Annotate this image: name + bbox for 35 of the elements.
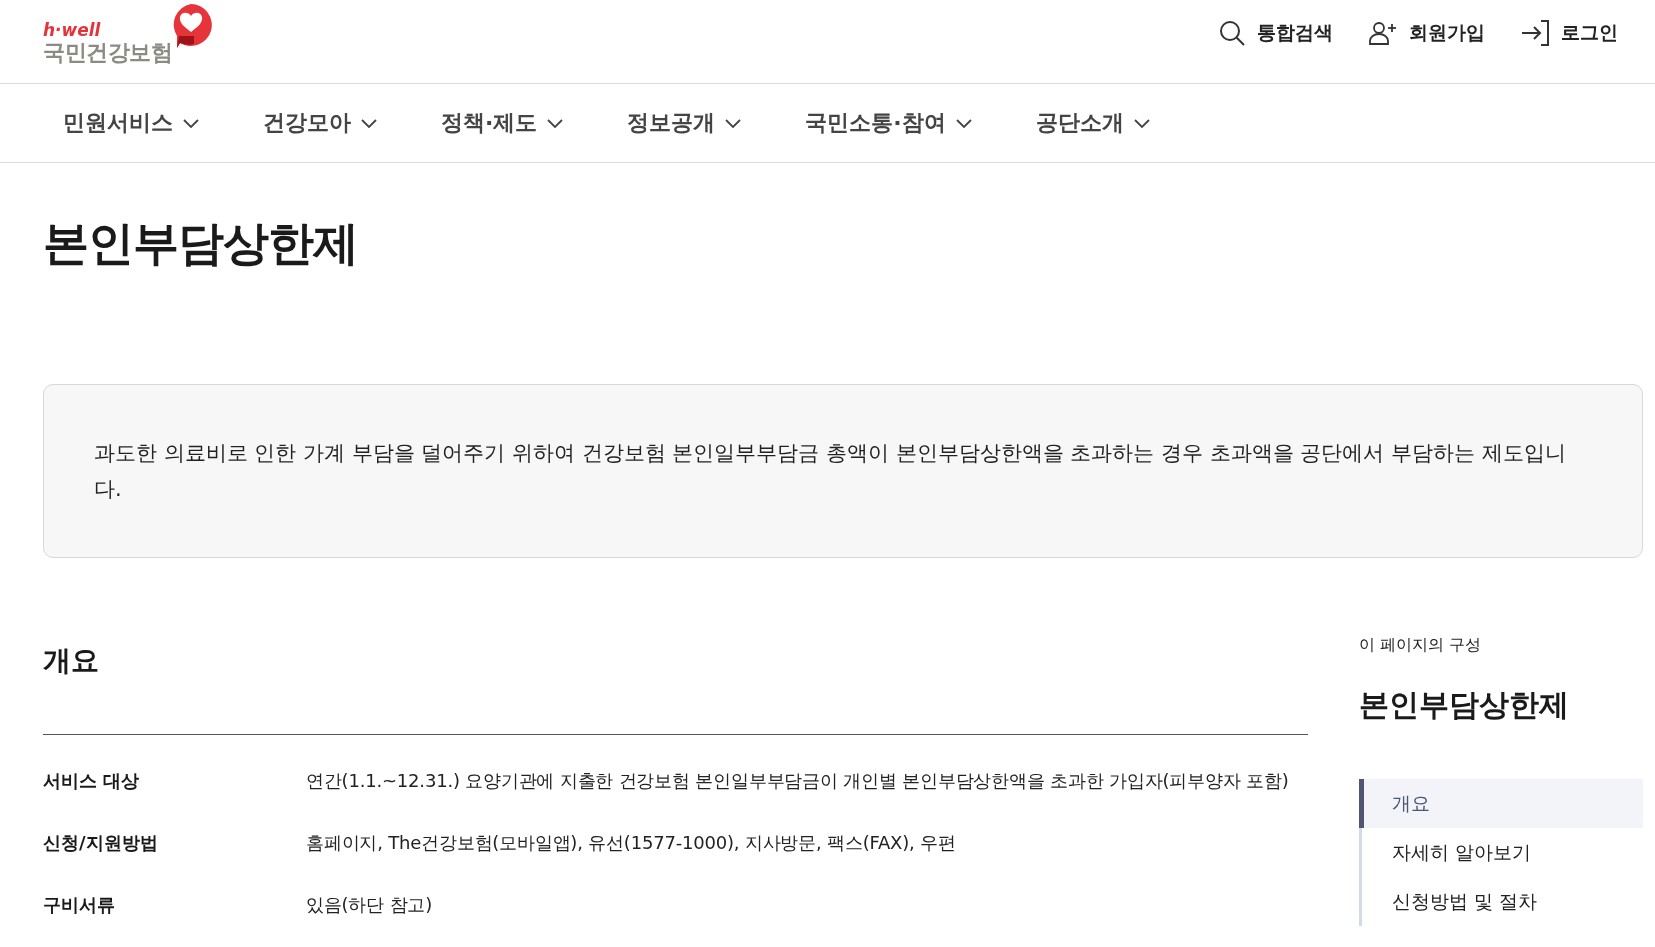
user-plus-icon [1369, 21, 1397, 45]
menu-button[interactable]: 정책·제도 [441, 108, 564, 138]
toc-link[interactable]: 신청방법 및 절차 [1359, 877, 1643, 926]
search-link[interactable]: 통합검색 [1219, 20, 1333, 46]
section-title: 개요 [43, 630, 1308, 735]
logo-name: 국민건강보험 [43, 40, 172, 66]
login-link[interactable]: 로그인 [1521, 20, 1618, 46]
summary-text: 과도한 의료비로 인한 가계 부담을 덜어주기 위하여 건강보험 본인일부부담금 총액이 본인부담상한액을 초과하는 경우 초과액을 공단에서 부담하는 제도입니다. [94, 440, 1567, 503]
signup-link[interactable]: 회원가입 [1369, 20, 1485, 46]
menu-button[interactable]: 정보공개 [627, 108, 742, 138]
info-value: 있음(하단 참고) [306, 893, 433, 917]
chevron-down-icon [183, 118, 199, 128]
menu-button[interactable]: 민원서비스 [63, 108, 199, 138]
info-label: 구비서류 [43, 893, 116, 917]
menu-button[interactable]: 국민소통·참여 [805, 108, 972, 138]
toc-link[interactable]: 개요 [1359, 779, 1643, 828]
toc-link[interactable]: 자세히 알아보기 [1359, 828, 1643, 877]
info-label: 신청/지원방법 [43, 831, 159, 855]
page-title: 본인부담상한제 [43, 215, 359, 272]
sign-in-arrow-icon [1521, 20, 1549, 46]
info-value: 연간(1.1.~12.31.) 요양기관에 지출한 건강보험 본인일부부담금이 개인별 본인부담상한액을 초과한 가입자(피부양자 포함) [306, 769, 1290, 793]
chevron-down-icon [955, 118, 972, 128]
logo-tagline: h·well [43, 20, 102, 40]
menu-button[interactable]: 건강모아 [263, 108, 377, 138]
logo[interactable]: h·well 국민건강보험 [43, 3, 214, 66]
toc-caption: 이 페이지의 구성 [1359, 634, 1483, 656]
chevron-down-icon [547, 118, 564, 128]
search-icon [1219, 20, 1245, 46]
chevron-down-icon [1133, 118, 1150, 128]
info-label: 서비스 대상 [43, 769, 141, 793]
menu-button[interactable]: 공단소개 [1035, 108, 1150, 138]
info-value: 홈페이지, The건강보험(모바일앱), 유선(1577-1000), 지사방문, 팩스(FAX), 우편 [306, 831, 957, 855]
toc-title: 본인부담상한제 [1359, 686, 1570, 724]
chevron-down-icon [361, 118, 377, 128]
chevron-down-icon [725, 118, 742, 128]
